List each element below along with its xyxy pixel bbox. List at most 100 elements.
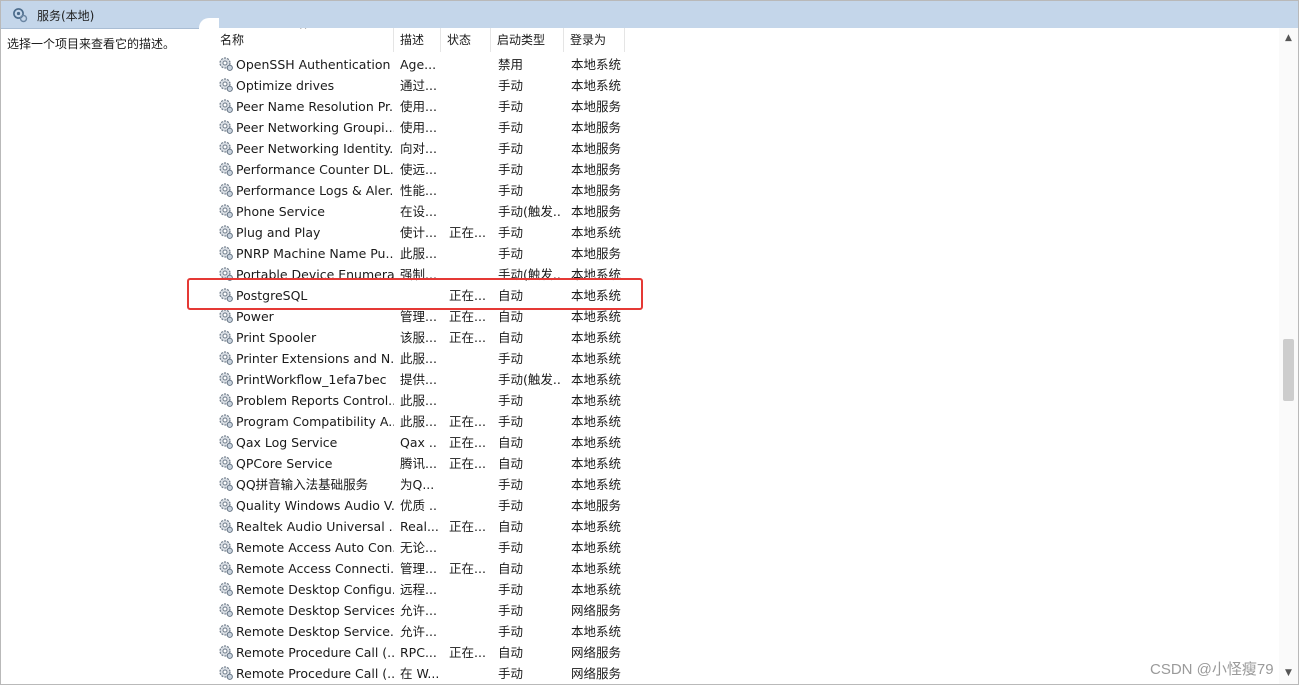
service-row[interactable]: Performance Logs & Aler... 性能... 手动 本地服务	[207, 180, 627, 201]
service-gear-icon	[219, 603, 233, 617]
service-gear-icon	[219, 309, 233, 323]
service-row[interactable]: Remote Desktop Services 允许... 手动 网络服务	[207, 600, 627, 621]
service-status	[449, 201, 487, 222]
service-status	[449, 117, 487, 138]
service-description: 此服...	[400, 393, 437, 408]
service-status	[449, 96, 487, 117]
service-row[interactable]: Remote Desktop Service... 允许... 手动 本地系统	[207, 621, 627, 642]
service-description: 提供...	[400, 372, 437, 387]
service-startup-type: 手动(触发...	[498, 204, 562, 219]
service-logon-as: 本地服务	[571, 141, 622, 156]
window-header: 服务(本地)	[1, 1, 1298, 29]
service-name: Remote Desktop Configu...	[236, 582, 394, 597]
service-gear-icon	[219, 477, 233, 491]
service-description: 为Q...	[400, 477, 435, 492]
service-name: Remote Desktop Service...	[236, 624, 394, 639]
service-name: Plug and Play	[236, 225, 321, 240]
service-row[interactable]: Optimize drives 通过... 手动 本地系统	[207, 75, 627, 96]
service-description: Qax ...	[400, 435, 438, 450]
service-logon-as: 本地系统	[571, 414, 622, 429]
column-name[interactable]: 名称	[214, 28, 394, 52]
service-gear-icon	[219, 645, 233, 659]
service-gear-icon	[219, 183, 233, 197]
service-name: QPCore Service	[236, 456, 333, 471]
service-description: 允许...	[400, 603, 437, 618]
service-name: Peer Networking Identity...	[236, 141, 394, 156]
service-logon-as: 本地系统	[571, 330, 622, 345]
service-row[interactable]: Remote Desktop Configu... 远程... 手动 本地系统	[207, 579, 627, 600]
service-name: Printer Extensions and N...	[236, 351, 394, 366]
service-row[interactable]: Quality Windows Audio V... 优质 ... 手动 本地服务	[207, 495, 627, 516]
column-description[interactable]: 描述	[394, 28, 441, 52]
service-name: Print Spooler	[236, 330, 317, 345]
scroll-up-icon[interactable]: ▲	[1279, 30, 1298, 47]
service-startup-type: 禁用	[498, 57, 524, 72]
service-name: Optimize drives	[236, 78, 335, 93]
column-logon-as[interactable]: 登录为	[564, 28, 625, 52]
service-gear-icon	[219, 519, 233, 533]
vertical-scrollbar[interactable]: ▲ ▼	[1279, 28, 1298, 684]
service-name: PrintWorkflow_1efa7bec	[236, 372, 387, 387]
service-row[interactable]: PrintWorkflow_1efa7bec 提供... 手动(触发... 本地系统	[207, 369, 627, 390]
service-status	[449, 390, 487, 411]
service-gear-icon	[219, 624, 233, 638]
service-row[interactable]: Remote Access Auto Con... 无论... 手动 本地系统	[207, 537, 627, 558]
scroll-down-icon[interactable]: ▼	[1279, 665, 1298, 682]
service-row[interactable]: Peer Networking Groupi... 使用... 手动 本地服务	[207, 117, 627, 138]
service-status: 正在...	[449, 414, 486, 429]
service-name: Performance Logs & Aler...	[236, 183, 394, 198]
services-list[interactable]: ^ 名称 描述 状态 启动类型 登录为 OpenSSH Authenticati…	[207, 28, 1279, 684]
service-description: 远程...	[400, 582, 437, 597]
service-row[interactable]: Performance Counter DL... 使远... 手动 本地服务	[207, 159, 627, 180]
service-startup-type: 手动	[498, 414, 524, 429]
service-status	[449, 537, 487, 558]
service-description: 此服...	[400, 351, 437, 366]
service-logon-as: 本地系统	[571, 519, 622, 534]
service-description: 管理...	[400, 561, 437, 576]
service-row[interactable]: QQ拼音输入法基础服务 为Q... 手动 本地系统	[207, 474, 627, 495]
service-name: Realtek Audio Universal ...	[236, 519, 394, 534]
service-name: QQ拼音输入法基础服务	[236, 477, 369, 492]
service-name: PNRP Machine Name Pu...	[236, 246, 394, 261]
service-gear-icon	[219, 498, 233, 512]
service-row[interactable]: Plug and Play 使计... 正在... 手动 本地系统	[207, 222, 627, 243]
service-status	[449, 348, 487, 369]
service-startup-type: 手动	[498, 351, 524, 366]
service-row[interactable]: Remote Access Connecti... 管理... 正在... 自动 本地系…	[207, 558, 627, 579]
service-row[interactable]: Remote Procedure Call (... RPC... 正在... 自动 网…	[207, 642, 627, 663]
service-startup-type: 自动	[498, 435, 524, 450]
service-row[interactable]: Phone Service 在设... 手动(触发... 本地服务	[207, 201, 627, 222]
service-status: 正在...	[449, 456, 486, 471]
service-status	[449, 180, 487, 201]
service-row[interactable]: OpenSSH Authentication ... Age... 禁用 本地系统	[207, 54, 627, 75]
service-status	[449, 579, 487, 600]
service-gear-icon	[219, 351, 233, 365]
column-status[interactable]: 状态	[441, 28, 491, 52]
service-row[interactable]: Peer Name Resolution Pr... 使用... 手动 本地服务	[207, 96, 627, 117]
service-startup-type: 自动	[498, 330, 524, 345]
service-status: 正在...	[449, 435, 486, 450]
service-row[interactable]: Printer Extensions and N... 此服... 手动 本地系统	[207, 348, 627, 369]
service-description: Age...	[400, 57, 437, 72]
service-row[interactable]: Realtek Audio Universal ... Real... 正在... 自…	[207, 516, 627, 537]
service-row[interactable]: Peer Networking Identity... 向对... 手动 本地服务	[207, 138, 627, 159]
scrollbar-thumb[interactable]	[1283, 339, 1294, 401]
service-name: Qax Log Service	[236, 435, 338, 450]
service-status	[449, 243, 487, 264]
service-description: 允许...	[400, 624, 437, 639]
service-status: 正在...	[449, 519, 486, 534]
service-row[interactable]: Program Compatibility A... 此服... 正在... 手动 本地…	[207, 411, 627, 432]
service-row[interactable]: QPCore Service 腾讯... 正在... 自动 本地系统	[207, 453, 627, 474]
service-row[interactable]: Problem Reports Control... 此服... 手动 本地系统	[207, 390, 627, 411]
service-gear-icon	[219, 204, 233, 218]
service-row[interactable]: PNRP Machine Name Pu... 此服... 手动 本地服务	[207, 243, 627, 264]
service-row[interactable]: Remote Procedure Call (... 在 W... 手动 网络服务	[207, 663, 627, 684]
service-gear-icon	[219, 141, 233, 155]
description-pane: 选择一个项目来查看它的描述。	[1, 29, 207, 684]
column-startup-type[interactable]: 启动类型	[491, 28, 564, 52]
service-row[interactable]: Print Spooler 该服... 正在... 自动 本地系统	[207, 327, 627, 348]
service-row[interactable]: Qax Log Service Qax ... 正在... 自动 本地系统	[207, 432, 627, 453]
service-description: 向对...	[400, 141, 437, 156]
column-header: ^ 名称 描述 状态 启动类型 登录为	[207, 28, 627, 52]
service-startup-type: 手动	[498, 225, 524, 240]
